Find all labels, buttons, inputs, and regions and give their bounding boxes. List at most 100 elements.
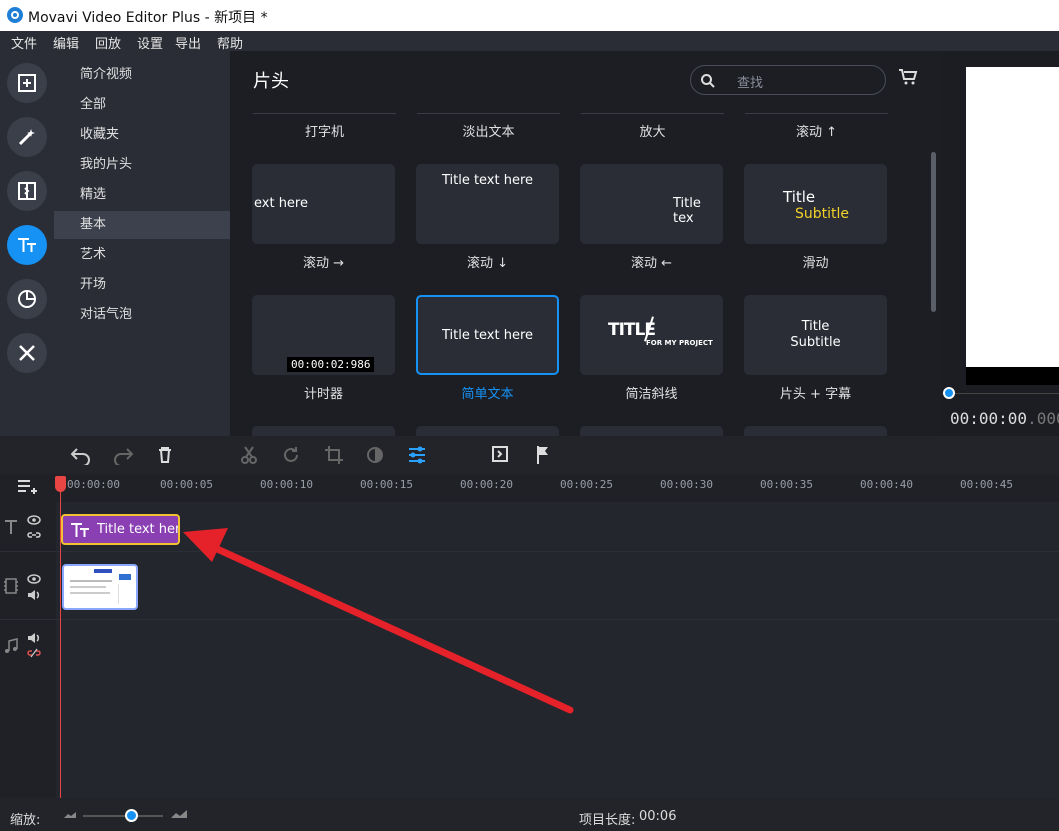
title-clip-label: Title text here — [97, 522, 180, 537]
zoom-label: 缩放: — [10, 813, 41, 828]
speaker-icon[interactable] — [27, 632, 41, 644]
title-thumb-row3-4[interactable] — [744, 426, 887, 436]
search-input[interactable]: 查找 — [690, 65, 886, 95]
preview-seek-track[interactable] — [942, 393, 1059, 394]
menu-settings[interactable]: 设置 — [137, 33, 163, 52]
magic-wand-icon — [18, 129, 35, 146]
titles-tt-icon — [18, 238, 36, 252]
category-featured[interactable]: 精选 — [54, 181, 230, 209]
timeline-header-corner — [0, 474, 56, 502]
title-label-zoom: 放大 — [639, 125, 666, 140]
category-all[interactable]: 全部 — [54, 91, 230, 119]
visibility-eye-icon[interactable] — [27, 574, 41, 584]
title-label-scroll-up: 滚动 ↑ — [795, 125, 838, 140]
audio-track-header — [0, 620, 56, 798]
speaker-icon[interactable] — [27, 589, 41, 601]
zoom-out-icon[interactable] — [64, 812, 76, 818]
stickers-button[interactable] — [7, 279, 47, 319]
category-basic[interactable]: 基本 — [54, 211, 230, 239]
title-label-title-subtitle: 片头 + 字幕 — [779, 387, 852, 402]
visibility-eye-icon[interactable] — [27, 515, 41, 525]
category-favorites[interactable]: 收藏夹 — [54, 121, 230, 149]
category-art[interactable]: 艺术 — [54, 241, 230, 269]
menu-playback[interactable]: 回放 — [95, 33, 121, 52]
video-clip[interactable] — [62, 564, 138, 610]
delete-icon[interactable] — [157, 445, 173, 465]
playhead-line — [60, 478, 61, 798]
preview-panel: 00:00:00.000 — [942, 51, 1059, 436]
fit-to-window-icon[interactable] — [491, 445, 511, 465]
title-label-scroll-right: 滚动 → — [302, 256, 345, 271]
more-tools-button[interactable] — [7, 333, 47, 373]
timeline-toolbar — [0, 436, 1059, 474]
title-label-scroll-down: 滚动 ↓ — [466, 256, 509, 271]
menu-file[interactable]: 文件 — [11, 33, 37, 52]
project-length-value: 00:06 — [639, 809, 677, 824]
cut-icon[interactable] — [240, 445, 258, 465]
title-label-simple-text: 简单文本 — [461, 387, 514, 402]
filters-button[interactable] — [7, 117, 47, 157]
add-track-icon[interactable] — [16, 478, 38, 496]
gallery-scrollbar[interactable] — [931, 152, 936, 312]
title-thumb-slide[interactable]: Title Subtitle — [744, 164, 887, 244]
marker-flag-icon[interactable] — [535, 445, 551, 465]
titles-button[interactable] — [7, 225, 47, 265]
tools-sidebar — [0, 51, 54, 436]
video-track[interactable] — [56, 552, 1059, 620]
title-label-clean-slash: 简洁斜线 — [625, 387, 678, 402]
video-track-header — [0, 552, 56, 620]
link-icon[interactable] — [27, 530, 41, 540]
clip-properties-icon[interactable] — [407, 445, 427, 465]
import-files-button[interactable] — [7, 63, 47, 103]
category-my-titles[interactable]: 我的片头 — [54, 151, 230, 179]
title-thumb-clean-slash[interactable]: TITLE FOR MY PROJECT — [580, 295, 723, 375]
crop-icon[interactable] — [324, 445, 344, 465]
titles-gallery: 片头 查找 打字机 淡出文本 放大 滚动 ↑ ext here Title te… — [230, 51, 942, 436]
redo-icon[interactable] — [112, 445, 134, 465]
sticker-icon — [18, 290, 36, 308]
video-track-icon — [4, 578, 18, 594]
category-opening[interactable]: 开场 — [54, 271, 230, 299]
title-label-slide: 滑动 — [802, 256, 829, 271]
preview-seek-handle[interactable] — [943, 387, 955, 399]
titles-tt-icon — [71, 523, 89, 537]
title-thumb-scroll-left[interactable]: Title tex — [580, 164, 723, 244]
title-track[interactable] — [56, 502, 1059, 552]
category-speech-bubbles[interactable]: 对话气泡 — [54, 301, 230, 329]
transitions-button[interactable] — [7, 171, 47, 211]
timeline-ruler[interactable]: 00:00:00 00:00:05 00:00:10 00:00:15 00:0… — [56, 474, 1059, 502]
audio-track[interactable] — [56, 620, 1059, 798]
rotate-icon[interactable] — [281, 445, 301, 465]
menu-edit[interactable]: 编辑 — [53, 33, 79, 52]
movavi-logo-icon — [7, 7, 23, 23]
unlink-icon[interactable] — [27, 648, 41, 658]
title-thumb-row3-2[interactable] — [416, 426, 559, 436]
title-label-scroll-left: 滚动 ← — [630, 256, 673, 271]
zoom-slider-handle[interactable] — [125, 809, 138, 822]
title-thumb-timer[interactable]: 00:00:02:986 — [252, 295, 395, 375]
preview-timecode: 00:00:00.000 — [950, 409, 1059, 428]
title-clip[interactable]: Title text here — [61, 514, 180, 545]
title-thumb-title-subtitle[interactable]: Title Subtitle — [744, 295, 887, 375]
title-thumb-row3-1[interactable] — [252, 426, 395, 436]
menu-help[interactable]: 帮助 — [217, 33, 243, 52]
cart-icon[interactable] — [898, 68, 918, 86]
zoom-in-icon[interactable] — [171, 810, 187, 818]
color-adjust-icon[interactable] — [366, 445, 384, 465]
project-length-label: 项目长度: — [579, 813, 636, 828]
status-bar: 缩放: 项目长度: 00:06 — [0, 798, 1059, 831]
category-intro-video[interactable]: 简介视频 — [54, 61, 230, 89]
menu-bar: 文件 编辑 回放 设置 导出 帮助 — [0, 31, 1059, 52]
title-thumb-simple-text[interactable]: Title text here — [416, 295, 559, 375]
undo-icon[interactable] — [70, 445, 92, 465]
playhead-handle[interactable] — [55, 476, 66, 492]
title-thumb-row3-3[interactable] — [580, 426, 723, 436]
title-track-header — [0, 502, 56, 552]
title-thumb-scroll-down[interactable]: Title text here — [416, 164, 559, 244]
transition-icon — [18, 182, 36, 200]
title-label-typewriter: 打字机 — [304, 125, 344, 140]
zoom-slider[interactable] — [83, 815, 163, 817]
title-thumb-scroll-right[interactable]: ext here — [252, 164, 395, 244]
menu-export[interactable]: 导出 — [175, 33, 201, 52]
text-track-icon — [5, 520, 17, 534]
